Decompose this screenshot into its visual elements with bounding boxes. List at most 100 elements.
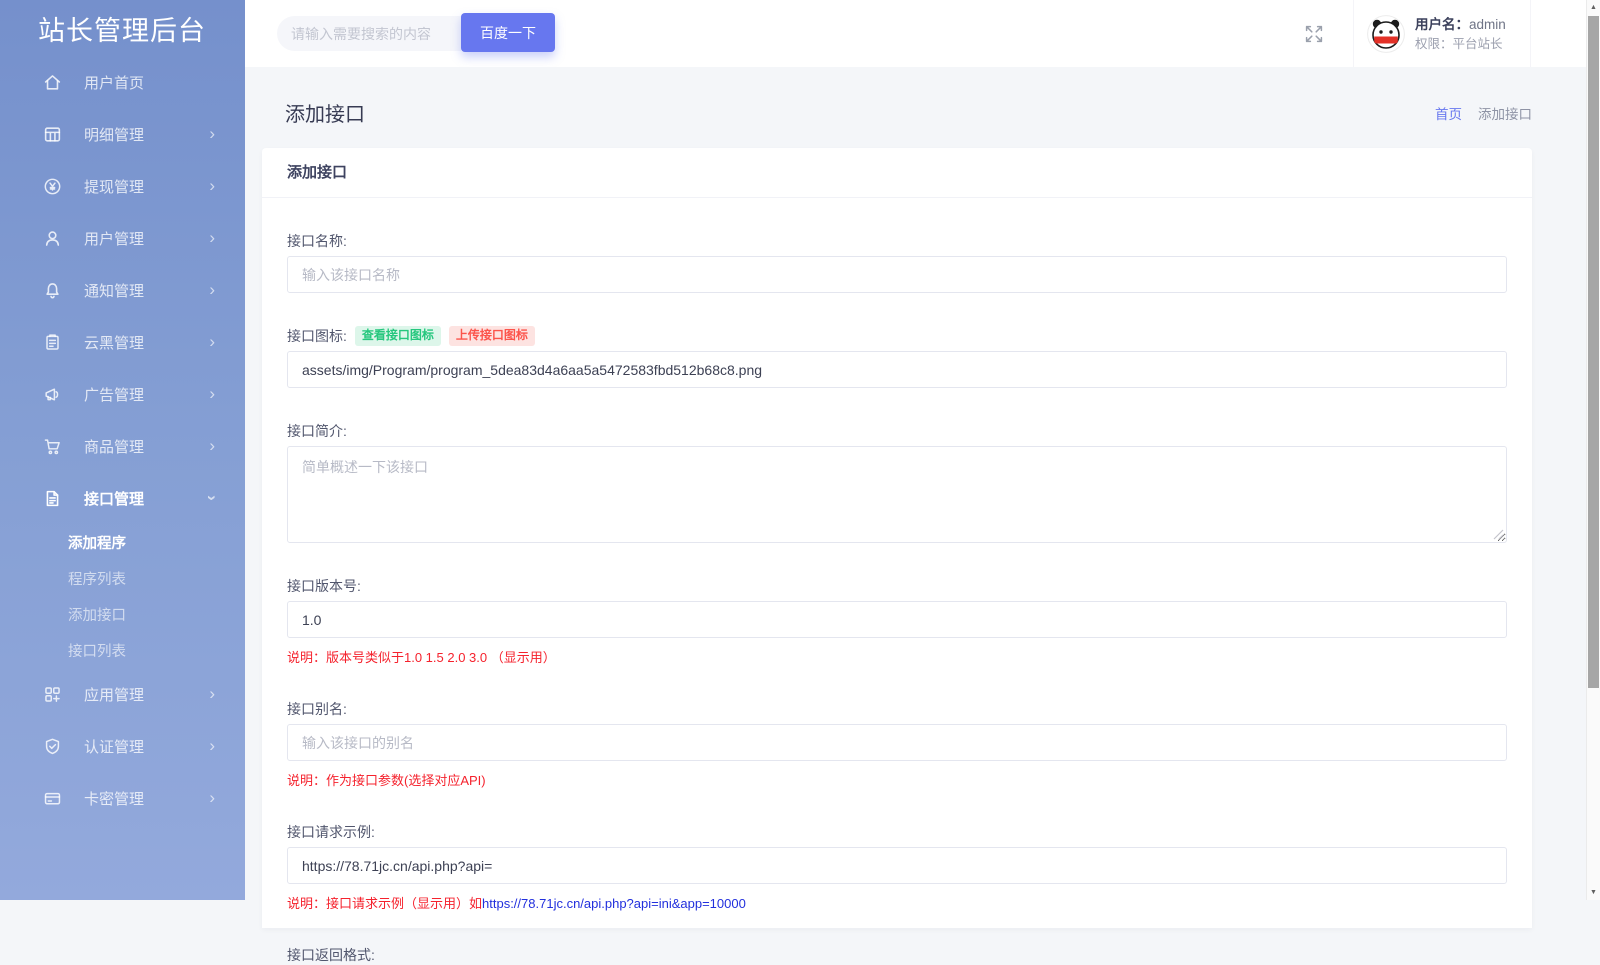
user-icon — [43, 229, 62, 248]
chevron-right-icon — [209, 788, 215, 808]
scrollbar-up-arrow[interactable] — [1587, 0, 1600, 15]
chevron-right-icon — [209, 280, 215, 300]
add-api-card: 添加接口 接口名称: 接口图标: 查看接口图标 上传接口图标 接口简介: — [262, 148, 1532, 963]
webmaster-admin-page: { "colors": { "primary": "#6777ef", "sid… — [0, 0, 1600, 963]
api-submenu: 添加程序 程序列表 添加接口 接口列表 — [0, 524, 245, 668]
sidebar-subitem-add-api[interactable]: 添加接口 — [0, 596, 245, 632]
table-icon — [43, 125, 62, 144]
search-input[interactable] — [277, 16, 461, 51]
scrollbar-thumb[interactable] — [1588, 16, 1599, 688]
chevron-down-icon — [202, 495, 222, 501]
clipboard-icon — [43, 333, 62, 352]
breadcrumb-current: 添加接口 — [1478, 107, 1532, 122]
sidebar-item-ad-mgmt[interactable]: 广告管理 — [0, 368, 245, 420]
field-api-version: 接口版本号: 说明：版本号类似于1.0 1.5 2.0 3.0 （显示用） — [287, 576, 1507, 666]
api-name-input[interactable] — [287, 256, 1507, 293]
sidebar-subitem-label: 程序列表 — [68, 571, 126, 588]
chevron-right-icon — [209, 124, 215, 144]
fullscreen-icon[interactable] — [1303, 23, 1325, 45]
app-title: 站长管理后台 — [38, 16, 206, 46]
api-request-hint-text: 说明：接口请求示例（显示用）如 — [287, 896, 483, 911]
api-version-label: 接口版本号: — [287, 578, 361, 594]
yen-circle-icon — [43, 177, 62, 196]
sidebar-item-label: 用户管理 — [84, 230, 145, 248]
breadcrumb: 首页 添加接口 — [1435, 103, 1532, 123]
credit-card-icon — [43, 789, 62, 808]
api-version-input[interactable] — [287, 601, 1507, 638]
user-info: 用户名：admin 权限：平台站长 — [1415, 15, 1506, 53]
topbar: 百度一下 用户名：admin 权限：平台站长 — [245, 0, 1586, 67]
sidebar-item-label: 云黑管理 — [84, 334, 145, 352]
sidebar-item-user-mgmt[interactable]: 用户管理 — [0, 212, 245, 264]
shield-check-icon — [43, 737, 62, 756]
breadcrumb-home-link[interactable]: 首页 — [1435, 107, 1462, 122]
api-request-input[interactable] — [287, 847, 1507, 884]
chevron-right-icon — [209, 176, 215, 196]
sidebar-item-auth-mgmt[interactable]: 认证管理 — [0, 720, 245, 772]
sidebar-item-app-mgmt[interactable]: 应用管理 — [0, 668, 245, 720]
api-request-hint: 说明：接口请求示例（显示用）如https://78.71jc.cn/api.ph… — [287, 893, 1507, 912]
field-api-name: 接口名称: — [287, 231, 1507, 293]
field-api-alias: 接口别名: 说明：作为接口参数(选择对应API) — [287, 699, 1507, 789]
page-title: 添加接口 — [285, 104, 365, 126]
sidebar-item-label: 认证管理 — [84, 738, 145, 756]
sidebar-item-cardkey-mgmt[interactable]: 卡密管理 — [0, 772, 245, 824]
home-icon — [43, 73, 62, 92]
user-name-label: 用户名： — [1415, 16, 1469, 32]
cart-icon — [43, 437, 62, 456]
api-icon-path-input[interactable] — [287, 351, 1507, 388]
baidu-search-button[interactable]: 百度一下 — [461, 13, 555, 52]
sidebar-subitem-add-program[interactable]: 添加程序 — [0, 524, 245, 560]
chevron-right-icon — [209, 332, 215, 352]
user-role-line: 权限：平台站长 — [1415, 36, 1503, 51]
sidebar-item-detail-mgmt[interactable]: 明细管理 — [0, 108, 245, 160]
user-menu[interactable]: 用户名：admin 权限：平台站长 — [1353, 0, 1531, 67]
sidebar-item-api-mgmt[interactable]: 接口管理 — [0, 472, 245, 524]
sidebar-item-withdraw-mgmt[interactable]: 提现管理 — [0, 160, 245, 212]
app-grid-icon — [43, 685, 62, 704]
field-api-intro: 接口简介: — [287, 421, 1507, 543]
sidebar-item-notice-mgmt[interactable]: 通知管理 — [0, 264, 245, 316]
sidebar-item-goods-mgmt[interactable]: 商品管理 — [0, 420, 245, 472]
api-name-label: 接口名称: — [287, 233, 347, 249]
panda-avatar — [1367, 14, 1405, 53]
api-alias-label: 接口别名: — [287, 701, 347, 717]
sidebar-item-blacklist-mgmt[interactable]: 云黑管理 — [0, 316, 245, 368]
api-alias-input[interactable] — [287, 724, 1507, 761]
api-request-hint-link[interactable]: https://78.71jc.cn/api.php?api=ini&app=1… — [482, 896, 746, 911]
sidebar-nav: 用户首页 明细管理 提现管理 用户管理 — [0, 56, 245, 824]
user-name-line: 用户名：admin — [1415, 17, 1506, 32]
api-request-label: 接口请求示例: — [287, 824, 375, 840]
sidebar-item-label: 接口管理 — [84, 490, 145, 508]
card-section-title: 添加接口 — [262, 148, 1532, 198]
chevron-right-icon — [209, 384, 215, 404]
chevron-right-icon — [209, 228, 215, 248]
api-intro-textarea[interactable] — [287, 446, 1507, 543]
chevron-right-icon — [209, 436, 215, 456]
field-api-request-example: 接口请求示例: 说明：接口请求示例（显示用）如https://78.71jc.c… — [287, 822, 1507, 912]
sidebar-item-label: 商品管理 — [84, 438, 145, 456]
scrollbar-down-arrow[interactable] — [1587, 885, 1600, 900]
main-content: 添加接口 首页添加接口 添加接口 接口名称: 接口图标: 查看接口图标 上传接口… — [245, 67, 1586, 963]
chevron-right-icon — [209, 684, 215, 704]
sidebar-item-user-home[interactable]: 用户首页 — [0, 56, 245, 108]
vertical-scrollbar[interactable] — [1586, 0, 1600, 900]
search-bar: 百度一下 — [277, 13, 555, 52]
add-api-form: 接口名称: 接口图标: 查看接口图标 上传接口图标 接口简介: — [262, 231, 1532, 965]
megaphone-icon — [43, 385, 62, 404]
sidebar-item-label: 通知管理 — [84, 282, 145, 300]
upload-icon-badge[interactable]: 上传接口图标 — [448, 326, 535, 346]
api-icon-label: 接口图标: — [287, 328, 347, 344]
api-return-format-label: 接口返回格式: — [287, 947, 375, 963]
sidebar-item-label: 应用管理 — [84, 686, 145, 704]
api-icon-label-row: 接口图标: 查看接口图标 上传接口图标 — [287, 326, 1507, 346]
api-intro-label: 接口简介: — [287, 423, 347, 439]
sidebar-subitem-program-list[interactable]: 程序列表 — [0, 560, 245, 596]
view-icon-badge[interactable]: 查看接口图标 — [354, 326, 441, 346]
api-alias-hint: 说明：作为接口参数(选择对应API) — [287, 773, 486, 788]
file-text-icon — [43, 489, 62, 508]
sidebar-subitem-api-list[interactable]: 接口列表 — [0, 632, 245, 668]
sidebar-item-label: 用户首页 — [84, 74, 145, 92]
sidebar-item-label: 提现管理 — [84, 178, 145, 196]
sidebar-item-label: 卡密管理 — [84, 790, 145, 808]
